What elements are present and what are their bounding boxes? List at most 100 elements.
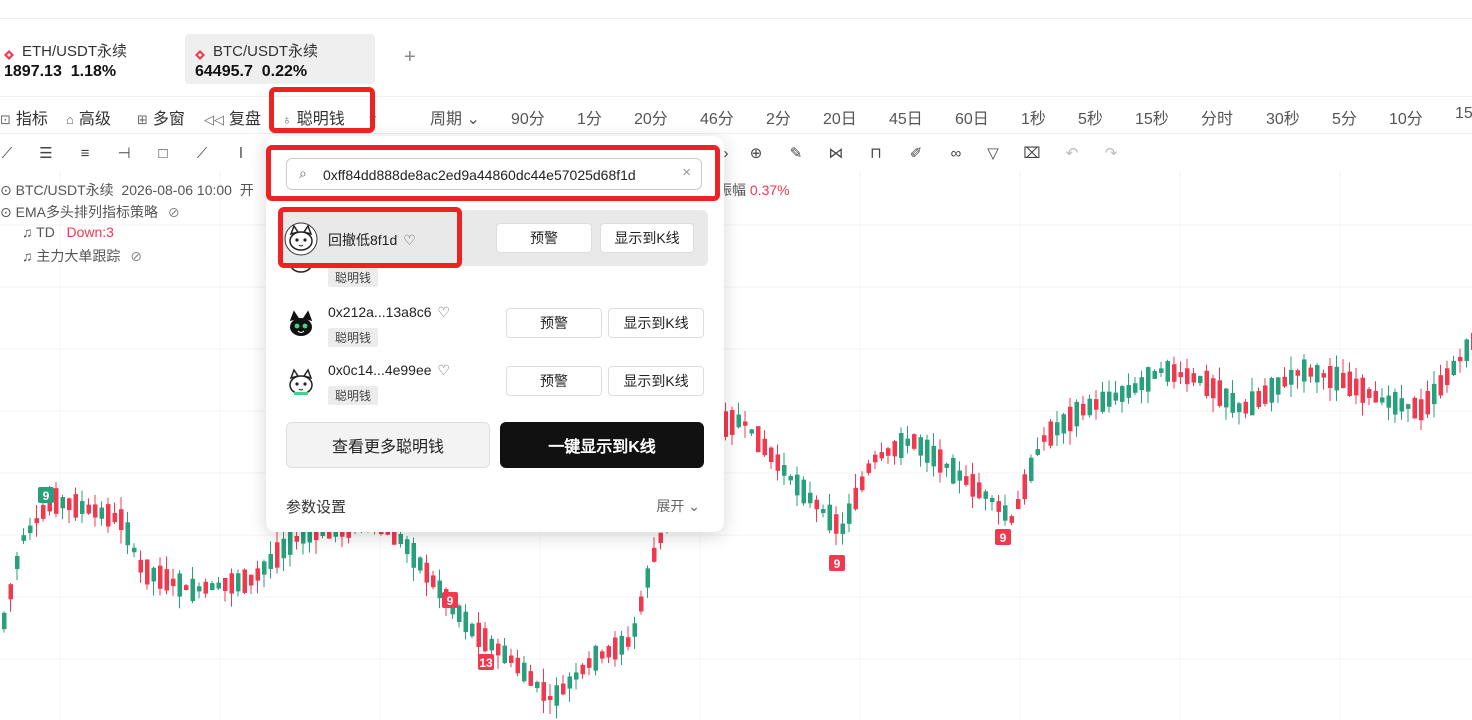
alert-button[interactable]: 预警 (506, 308, 602, 338)
heart-icon[interactable]: ♡ (438, 362, 451, 378)
period-option[interactable]: 20日 (823, 105, 857, 129)
smart-money-button[interactable]: ♁ 聪明钱 (282, 105, 345, 129)
list-item[interactable]: 0x212a...13a8c6 ♡ 聪明钱 预警 显示到K线 (280, 298, 708, 354)
candle-body (1029, 457, 1034, 481)
tab-eth-usdt[interactable]: ETH/USDT永续 1897.13 1.18% (0, 34, 172, 84)
multi-window-button[interactable]: ⊞ 多窗 (137, 105, 185, 129)
show-all-on-kline-button[interactable]: 一键显示到K线 (500, 422, 704, 468)
candle-body (1282, 376, 1287, 387)
candle-body (1159, 368, 1164, 373)
period-option[interactable]: 90分 (511, 105, 545, 129)
magnet-icon[interactable]: ⋈ (826, 144, 846, 164)
candle-body (437, 580, 442, 599)
candle-body (964, 476, 969, 485)
candle-body (548, 695, 553, 701)
show-on-kline-button[interactable]: 显示到K线 (608, 308, 704, 338)
period-option[interactable]: 15 (1455, 105, 1472, 123)
eye-hidden-icon[interactable]: ⊘ (130, 248, 142, 264)
legend-symbol: BTC/USDT永续 (15, 182, 114, 198)
td-marker: 9 (995, 529, 1011, 545)
rectangle-icon[interactable]: □ (153, 144, 173, 164)
vertical-line-icon[interactable]: ǀ (231, 144, 251, 164)
brush-icon[interactable]: ✎ (786, 144, 806, 164)
period-option[interactable]: 20分 (634, 105, 668, 129)
redo-icon[interactable]: ↷ (1101, 144, 1121, 164)
candle-body (801, 479, 806, 504)
candle-body (80, 501, 85, 514)
horizontal-lines-icon[interactable]: ≡ (75, 144, 95, 164)
parallel-lines-icon[interactable]: ☰ (36, 144, 56, 164)
filter-icon[interactable]: ▽ (983, 144, 1003, 164)
top-divider (0, 18, 1472, 19)
period-option[interactable]: 46分 (700, 105, 734, 129)
period-dropdown[interactable]: 周期 ⌄ (430, 105, 480, 129)
eye-hidden-icon[interactable]: ⊘ (168, 204, 180, 220)
heart-icon[interactable]: ♡ (403, 232, 416, 248)
zoom-in-icon[interactable]: ⊕ (746, 144, 766, 164)
lock-icon[interactable]: ⊓ (866, 144, 886, 164)
candle-body (619, 635, 624, 655)
view-more-smart-money-button[interactable]: 查看更多聪明钱 (286, 422, 490, 468)
period-option[interactable]: 45日 (889, 105, 923, 129)
td-marker-label: 9 (447, 594, 454, 608)
collapse-icon[interactable]: ⊙ (0, 204, 12, 220)
td-marker: 9 (442, 592, 458, 608)
trash-icon[interactable]: ⌧ (1022, 144, 1042, 164)
candle-body (632, 623, 637, 637)
period-option[interactable]: 分时 (1201, 105, 1233, 129)
candle-body (853, 487, 858, 510)
period-option[interactable]: 30秒 (1266, 105, 1300, 129)
advanced-button[interactable]: ⌂ 高级 (66, 105, 111, 129)
clear-icon[interactable]: × (682, 164, 691, 181)
period-option[interactable]: 2分 (766, 105, 791, 129)
address-search-input[interactable] (321, 162, 665, 188)
candle-body (996, 501, 1001, 512)
candle-body (983, 491, 988, 499)
candle-body (1198, 375, 1203, 384)
candle-body (574, 672, 579, 680)
rewind-icon: ◁◁ (204, 112, 224, 127)
candle-body (1224, 388, 1229, 408)
period-option[interactable]: 1分 (577, 105, 602, 129)
link-icon[interactable]: ∞ (946, 144, 966, 164)
period-option[interactable]: 60日 (955, 105, 989, 129)
wallet-name: 0x212a...13a8c6 (328, 304, 432, 320)
period-option[interactable]: 5秒 (1078, 105, 1103, 129)
candle-body (554, 685, 559, 706)
ray-icon[interactable]: ⟋ (192, 144, 212, 164)
expand-toggle[interactable]: 展开 ⌄ (656, 496, 700, 516)
replay-button[interactable]: ◁◁ 复盘 (204, 105, 261, 129)
candlestick-chart[interactable]: 9 9 13 9 9 (0, 170, 1472, 720)
show-on-kline-button[interactable]: 显示到K线 (600, 223, 694, 253)
candle-body (1120, 386, 1125, 402)
undo-icon[interactable]: ↶ (1062, 144, 1082, 164)
add-tab-button[interactable]: + (404, 46, 416, 69)
list-item[interactable]: 回撤低8f1d ♡ 预警 显示到K线 (280, 210, 708, 266)
td-marker: 13 (478, 654, 494, 670)
tab-change: 1.18% (70, 63, 117, 80)
period-option[interactable]: 10分 (1389, 105, 1423, 129)
list-item[interactable]: 聪明钱 (280, 264, 708, 288)
horizontal-line-icon[interactable]: ⊣ (114, 144, 134, 164)
tab-btc-usdt[interactable]: BTC/USDT永续 64495.7 0.22% (185, 34, 375, 84)
edit-icon[interactable]: ✐ (906, 144, 926, 164)
alert-button[interactable]: 预警 (506, 366, 602, 396)
candle-body (886, 448, 891, 456)
collapse-icon[interactable]: ⊙ (0, 182, 12, 198)
candle-body (1178, 372, 1183, 378)
show-on-kline-button[interactable]: 显示到K线 (608, 366, 704, 396)
period-option[interactable]: 15秒 (1135, 105, 1169, 129)
chevron-down-icon: ⌄ (466, 111, 480, 128)
alert-button[interactable]: 预警 (496, 223, 592, 253)
address-search-box[interactable]: ⌕ × (286, 158, 702, 190)
search-icon: ⌕ (299, 165, 307, 181)
candle-body (1412, 397, 1417, 419)
trend-line-icon[interactable]: ⟋ (0, 144, 17, 164)
period-option[interactable]: 5分 (1332, 105, 1357, 129)
indicator-button[interactable]: ⊡ 指标 (0, 105, 48, 129)
more-dropdown[interactable]: ⌄ (366, 105, 379, 125)
candle-body (775, 454, 780, 471)
list-item[interactable]: 0x0c14...4e99ee ♡ 聪明钱 预警 显示到K线 (280, 356, 708, 412)
period-option[interactable]: 1秒 (1021, 105, 1046, 129)
heart-icon[interactable]: ♡ (438, 304, 451, 320)
